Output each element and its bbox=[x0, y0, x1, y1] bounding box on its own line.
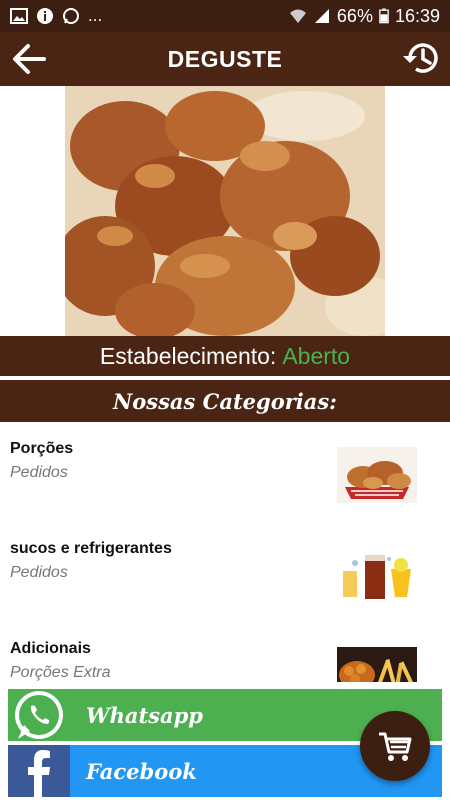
category-thumbnail-porcoes bbox=[337, 447, 417, 503]
category-subtitle: Pedidos bbox=[10, 564, 68, 581]
clock: 16:39 bbox=[394, 5, 440, 26]
image-icon bbox=[10, 8, 28, 24]
battery-percent: 66% bbox=[336, 5, 373, 26]
category-name: Adicionais bbox=[10, 640, 91, 657]
app-bar: DEGUSTE bbox=[0, 32, 450, 86]
history-icon[interactable] bbox=[400, 36, 444, 80]
establishment-status: Estabelecimento: Aberto bbox=[0, 336, 450, 376]
establishment-label: Estabelecimento: bbox=[99, 342, 277, 369]
category-item-adicionais[interactable]: Adicionais Porções Extra bbox=[0, 622, 450, 682]
app-title: DEGUSTE bbox=[167, 45, 283, 72]
facebook-label: Facebook bbox=[86, 758, 197, 784]
category-thumbnail-sucos bbox=[337, 547, 417, 603]
hero-food-image bbox=[65, 86, 385, 336]
category-name: Porções bbox=[10, 440, 74, 457]
category-name: sucos e refrigerantes bbox=[10, 540, 172, 557]
category-item-sucos[interactable]: sucos e refrigerantes Pedidos bbox=[0, 522, 450, 622]
status-bar: ... 66% 16:39 bbox=[0, 0, 450, 32]
signal-icon bbox=[314, 9, 329, 23]
info-icon bbox=[37, 8, 53, 24]
wifi-icon bbox=[289, 9, 306, 23]
arrow-left-icon[interactable] bbox=[8, 38, 50, 80]
category-subtitle: Porções Extra bbox=[10, 664, 111, 681]
category-thumbnail-adicionais bbox=[337, 647, 417, 682]
whatsapp-notification-icon bbox=[63, 8, 79, 24]
categories-header: Nossas Categorias: bbox=[0, 380, 450, 422]
whatsapp-label: Whatsapp bbox=[86, 702, 203, 728]
facebook-icon bbox=[8, 745, 70, 797]
battery-icon bbox=[379, 8, 389, 24]
category-item-porcoes[interactable]: Porções Pedidos bbox=[0, 422, 450, 522]
shopping-cart-icon bbox=[379, 732, 412, 761]
category-list: Porções Pedidos sucos e refrigerantes Pe… bbox=[0, 422, 450, 682]
notification-overflow: ... bbox=[88, 6, 103, 25]
establishment-open-status: Aberto bbox=[282, 342, 351, 369]
category-subtitle: Pedidos bbox=[10, 464, 68, 481]
cart-button[interactable] bbox=[360, 711, 430, 781]
whatsapp-icon bbox=[8, 689, 70, 741]
